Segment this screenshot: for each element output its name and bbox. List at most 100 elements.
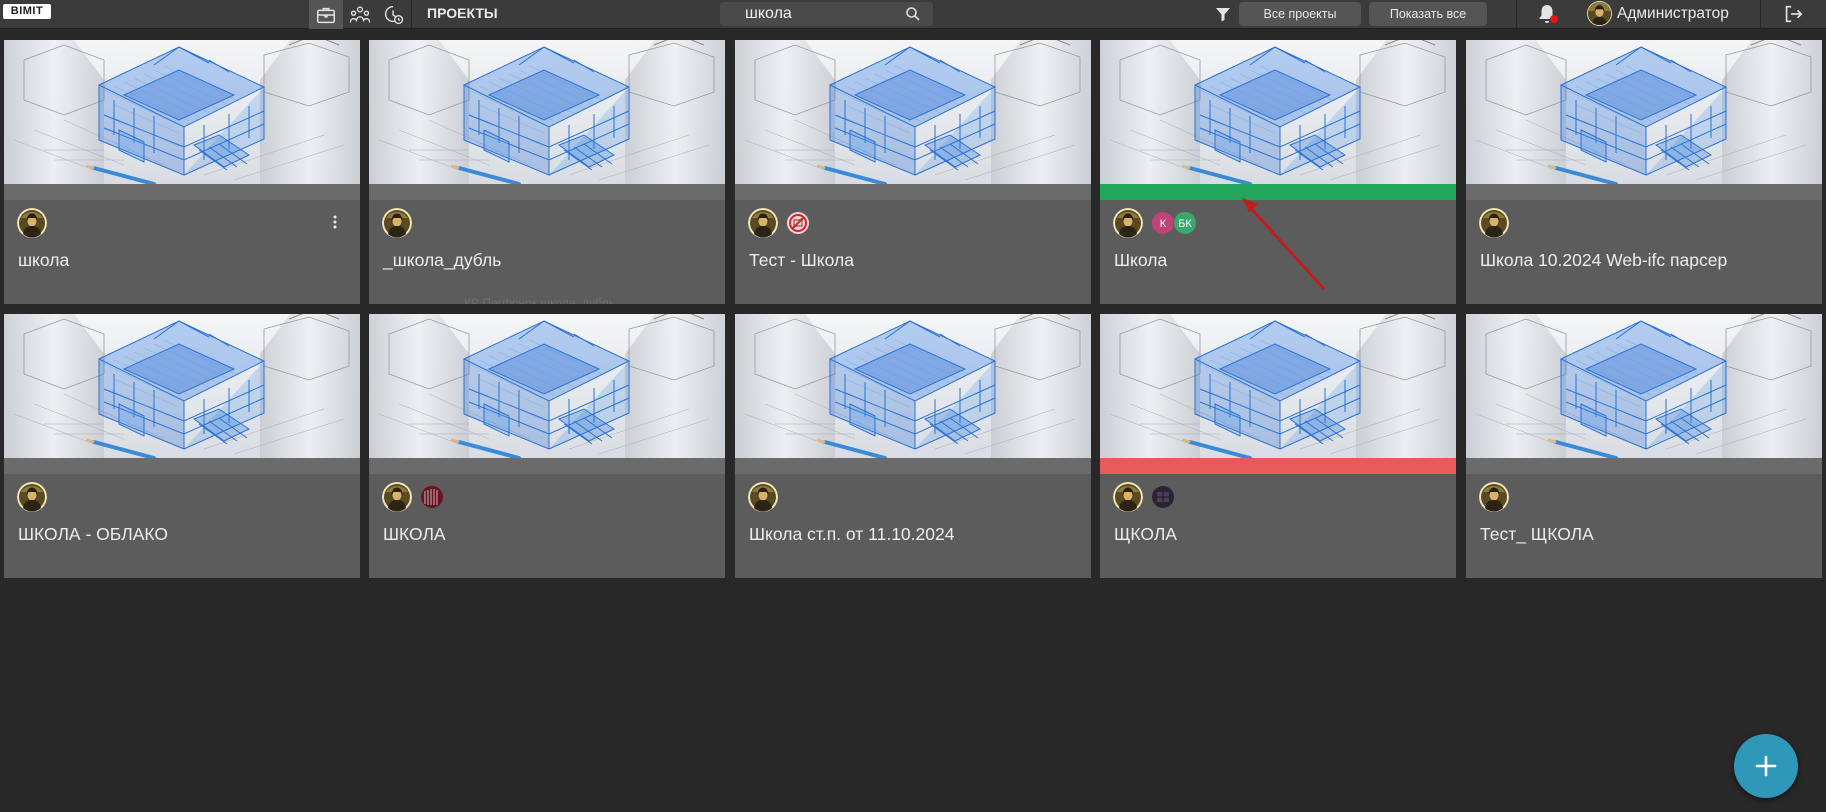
owner-avatar[interactable] xyxy=(382,482,412,512)
project-card[interactable]: Тест - Школа xyxy=(735,40,1091,304)
card-body: Школа ст.п. от 11.10.2024 xyxy=(735,474,1091,578)
tooltip-ghost: КР Пегфонок школа_дубль xyxy=(464,296,615,304)
member-list: К БК xyxy=(1113,208,1197,238)
status-strip xyxy=(4,184,360,200)
project-title[interactable]: ШКОЛА - ОБЛАКО xyxy=(18,524,168,545)
status-strip xyxy=(1466,184,1822,200)
status-strip xyxy=(735,184,1091,200)
project-thumbnail[interactable] xyxy=(1466,314,1822,458)
search-icon[interactable] xyxy=(905,6,921,22)
member-list xyxy=(1479,482,1517,512)
project-card[interactable]: Школа 10.2024 Web-ifc парсер xyxy=(1466,40,1822,304)
project-card[interactable]: Тест_ ЩКОЛА xyxy=(1466,314,1822,578)
page-title: ПРОЕКТЫ xyxy=(427,5,498,21)
app-logo[interactable]: BIMIT xyxy=(3,4,51,19)
divider xyxy=(1516,0,1517,29)
project-thumbnail[interactable] xyxy=(4,40,360,184)
card-body: ШКОЛА - ОБЛАКО xyxy=(4,474,360,578)
member-avatar[interactable] xyxy=(420,485,444,509)
member-initials[interactable]: К xyxy=(1151,211,1175,235)
divider xyxy=(1760,0,1761,29)
owner-avatar[interactable] xyxy=(1479,482,1509,512)
project-title[interactable]: _школа_дубль xyxy=(383,250,501,271)
nav-users-button[interactable] xyxy=(343,0,377,29)
nav-history-button[interactable] xyxy=(377,0,411,29)
clock-shield-icon xyxy=(384,5,404,24)
briefcase-icon xyxy=(317,7,335,23)
top-bar: BIMIT ПРОЕКТЫ Все проекты Показать все xyxy=(0,0,1826,29)
member-list xyxy=(748,482,786,512)
project-title[interactable]: ЩКОЛА xyxy=(1114,524,1177,545)
status-strip xyxy=(735,458,1091,474)
project-title[interactable]: Тест - Школа xyxy=(749,250,854,271)
card-body: Тест - Школа xyxy=(735,200,1091,304)
logout-icon[interactable] xyxy=(1782,3,1804,25)
card-body: Школа 10.2024 Web-ifc парсер xyxy=(1466,200,1822,304)
search-input[interactable] xyxy=(720,2,905,26)
member-initials-text: К xyxy=(1159,218,1167,230)
more-vertical-icon[interactable] xyxy=(332,214,338,230)
member-list xyxy=(17,208,55,238)
project-thumbnail[interactable] xyxy=(1100,314,1456,458)
card-body: школа xyxy=(4,200,360,304)
project-card[interactable]: ШКОЛА - ОБЛАКО xyxy=(4,314,360,578)
project-card[interactable]: школа xyxy=(4,40,360,304)
status-strip xyxy=(369,184,725,200)
project-thumbnail[interactable] xyxy=(369,314,725,458)
owner-avatar[interactable] xyxy=(748,482,778,512)
member-list xyxy=(382,482,444,512)
project-title[interactable]: школа xyxy=(18,250,69,271)
project-title[interactable]: ШКОЛА xyxy=(383,524,446,545)
card-body: ШКОЛА xyxy=(369,474,725,578)
status-strip xyxy=(1466,458,1822,474)
owner-avatar[interactable] xyxy=(1479,208,1509,238)
status-strip xyxy=(4,458,360,474)
project-card[interactable]: ЩКОЛА xyxy=(1100,314,1456,578)
project-title[interactable]: Тест_ ЩКОЛА xyxy=(1480,524,1594,545)
owner-avatar[interactable] xyxy=(382,208,412,238)
project-card[interactable]: К БК Школа xyxy=(1100,40,1456,304)
project-thumbnail[interactable] xyxy=(1100,40,1456,184)
all-projects-button[interactable]: Все проекты xyxy=(1239,2,1361,26)
owner-avatar[interactable] xyxy=(748,208,778,238)
add-project-button[interactable] xyxy=(1734,734,1798,798)
project-thumbnail[interactable] xyxy=(369,40,725,184)
show-all-button[interactable]: Показать все xyxy=(1369,2,1487,26)
user-avatar[interactable] xyxy=(1587,1,1612,26)
divider xyxy=(411,0,412,29)
project-thumbnail[interactable] xyxy=(735,40,1091,184)
filter-icon[interactable] xyxy=(1214,5,1232,23)
project-thumbnail[interactable] xyxy=(4,314,360,458)
plus-icon xyxy=(1755,755,1777,777)
status-strip xyxy=(1100,184,1456,200)
user-name[interactable]: Администратор xyxy=(1617,0,1729,29)
project-title[interactable]: Школа 10.2024 Web-ifc парсер xyxy=(1480,250,1727,271)
card-body: Тест_ ЩКОЛА xyxy=(1466,474,1822,578)
card-body: ЩКОЛА xyxy=(1100,474,1456,578)
project-card[interactable]: ШКОЛА xyxy=(369,314,725,578)
status-strip xyxy=(1100,458,1456,474)
users-icon xyxy=(349,5,371,22)
member-avatar[interactable] xyxy=(1151,485,1175,509)
project-card[interactable]: _школа_дубль КР Пегфонок школа_дубль xyxy=(369,40,725,304)
status-strip xyxy=(369,458,725,474)
nav-projects-button[interactable] xyxy=(309,0,343,29)
owner-avatar[interactable] xyxy=(1113,208,1143,238)
owner-avatar[interactable] xyxy=(17,208,47,238)
project-thumbnail[interactable] xyxy=(1466,40,1822,184)
project-thumbnail[interactable] xyxy=(735,314,1091,458)
member-initials[interactable]: БК xyxy=(1173,211,1197,235)
owner-avatar[interactable] xyxy=(1113,482,1143,512)
owner-avatar[interactable] xyxy=(17,482,47,512)
search-box[interactable] xyxy=(720,2,933,26)
project-card[interactable]: Школа ст.п. от 11.10.2024 xyxy=(735,314,1091,578)
card-body: К БК Школа xyxy=(1100,200,1456,304)
member-list xyxy=(1113,482,1175,512)
member-list xyxy=(1479,208,1517,238)
card-body: _школа_дубль КР Пегфонок школа_дубль xyxy=(369,200,725,304)
member-initials-text: БК xyxy=(1178,218,1192,230)
notification-badge xyxy=(1550,15,1558,23)
project-title[interactable]: Школа ст.п. от 11.10.2024 xyxy=(749,524,954,545)
member-avatar[interactable] xyxy=(786,211,810,235)
project-title[interactable]: Школа xyxy=(1114,250,1167,271)
